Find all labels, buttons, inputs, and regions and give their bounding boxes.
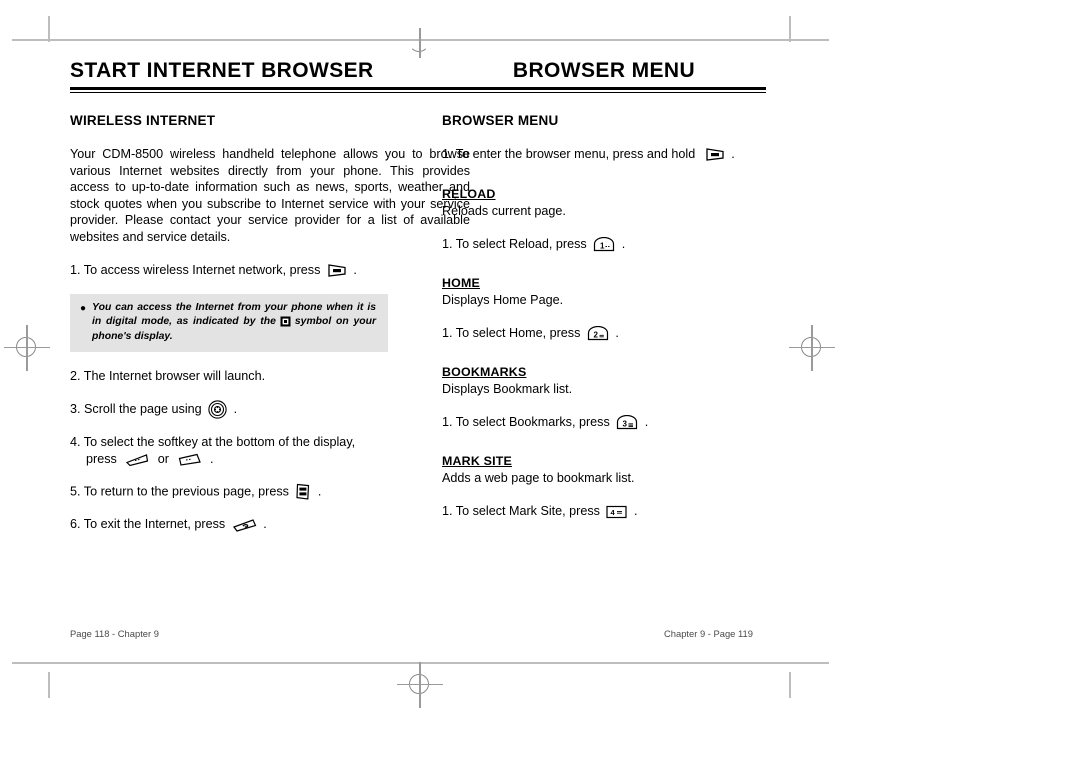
end-key-icon [232,518,257,533]
svg-text:4: 4 [611,508,616,517]
menu-item-mark-site-step-text: To select Mark Site, press [455,504,600,519]
step-1-period: . [353,262,357,277]
step-3-number: 3. [70,402,81,417]
menu-item-home-description: Displays Home Page. [442,293,564,308]
menu-item-bookmarks: BOOKMARKS Displays Bookmark list. 1. To … [442,363,842,431]
left-page-title-rule [70,87,470,94]
left-page-title: START INTERNET BROWSER [70,59,374,82]
registration-target-left [4,325,50,371]
menu-item-reload-title: RELOAD [442,187,496,202]
section-heading-browser-menu: BROWSER MENU [442,113,559,129]
right-page-title: BROWSER MENU [512,59,696,82]
step-1-text: To access wireless Internet network, pre… [83,262,321,277]
menu-item-bookmarks-description: Displays Bookmark list. [442,382,573,397]
intro-paragraph: Your CDM-8500 wireless handheld telephon… [70,147,470,245]
step-3-text: Scroll the page using [84,402,202,417]
menu-item-home-step-text: To select Home, press [455,326,581,341]
menu-item-reload: RELOAD Reloads current page. 1. To selec… [442,185,842,253]
footer-right: Chapter 9 - Page 119 [664,628,753,639]
step-1-number: 1. [70,262,81,277]
menu-item-bookmarks-step-period: . [644,415,649,430]
crop-rule-top [12,39,442,41]
menu-item-reload-step-period: . [621,237,626,252]
menu-item-home-step: 1. To select Home, press 2 . [442,325,842,342]
menu-item-bookmarks-step: 1. To select Bookmarks, press 3 . [442,414,842,431]
number-1-key-icon: 1 [593,237,615,252]
step-3-period: . [233,402,238,417]
step-6: 6. To exit the Internet, press . [70,516,470,533]
menu-item-mark-site-description: Adds a web page to bookmark list. [442,471,635,486]
crop-mark-bottom-right-vertical [789,672,791,698]
menu-item-reload-step-text: To select Reload, press [455,237,587,252]
menu-item-reload-step-number: 1. [442,237,453,252]
step-4-text: To select the softkey at the bottom of t… [83,435,356,450]
step-3: 3. Scroll the page using . [70,400,470,420]
step-2: 2. The Internet browser will launch. [70,368,470,385]
svg-text:2: 2 [593,331,598,340]
step-6-period: . [263,517,267,532]
crop-rule-bottom-right [438,662,829,664]
crop-rule-top-right [438,39,829,41]
step-5-period: . [317,484,322,499]
browser-menu-step-1-period: . [731,147,735,162]
www-key-icon [705,147,725,162]
menu-item-bookmarks-title: BOOKMARKS [442,365,527,380]
step-4-number: 4. [70,435,81,450]
step-2-number: 2. [70,369,81,384]
browser-menu-step-1: 1. To enter the browser menu, press and … [442,146,842,163]
step-4-period: . [210,452,214,467]
browser-menu-step-1-text: To enter the browser menu, press and hol… [455,147,696,162]
step-2-text: The Internet browser will launch. [83,369,266,384]
navigation-key-icon [208,400,227,420]
step-4-press-label: press [86,452,117,467]
menu-item-mark-site: MARK SITE Adds a web page to bookmark li… [442,452,842,520]
note-box: ● You can access the Internet from your … [70,293,388,353]
menu-item-mark-site-title: MARK SITE [442,454,512,469]
menu-item-home-step-number: 1. [442,326,453,341]
left-page: START INTERNET BROWSER WIRELESS INTERNET… [70,59,470,548]
section-heading-wireless-internet: WIRELESS INTERNET [70,113,216,129]
number-2-key-icon: 2 [587,326,609,341]
number-4-key-icon: 4 [606,505,628,519]
step-5: 5. To return to the previous page, press… [70,483,470,501]
menu-item-home-step-period: . [615,326,619,341]
step-5-text: To return to the previous page, press [83,484,289,499]
menu-item-reload-description: Reloads current page. [442,204,566,219]
menu-item-home-title: HOME [442,276,480,291]
svg-text:3: 3 [623,420,628,429]
right-page-title-rule [442,87,766,94]
step-6-number: 6. [70,517,81,532]
menu-item-mark-site-step: 1. To select Mark Site, press 4 . [442,503,842,520]
crop-rule-bottom [12,662,442,664]
left-page-chapter-title-block: START INTERNET BROWSER [70,59,470,94]
menu-item-reload-step: 1. To select Reload, press 1 . [442,236,842,253]
number-3-key-icon: 3 [616,415,638,430]
step-4: 4. To select the softkey at the bottom o… [70,434,470,468]
step-6-text: To exit the Internet, press [83,517,226,532]
right-softkey-icon [178,453,202,467]
note-bullet-icon: ● [80,302,87,314]
step-5-number: 5. [70,484,81,499]
step-4-or-label: or [157,452,169,467]
www-key-icon [327,263,347,278]
step-4-second-line: press or . [70,451,470,468]
digital-mode-icon [280,316,291,327]
step-1: 1. To access wireless Internet network, … [70,262,470,279]
footer-left: Page 118 - Chapter 9 [70,628,159,639]
clear-key-icon [295,483,311,501]
crop-mark-bottom-left-vertical [48,672,50,698]
note-text: You can access the Internet from your ph… [92,301,376,345]
menu-item-bookmarks-step-number: 1. [442,415,453,430]
registration-target-bottom [397,662,443,708]
right-page: BROWSER MENU BROWSER MENU 1. To enter th… [442,59,842,535]
menu-item-bookmarks-step-text: To select Bookmarks, press [455,415,610,430]
right-page-chapter-title-block: BROWSER MENU [442,59,766,94]
menu-item-mark-site-step-period: . [633,504,638,519]
menu-item-home: HOME Displays Home Page. 1. To select Ho… [442,274,842,342]
menu-item-mark-site-step-number: 1. [442,504,453,519]
browser-menu-step-1-number: 1. [442,147,453,162]
left-softkey-icon [125,453,149,467]
svg-text:1: 1 [600,242,605,251]
